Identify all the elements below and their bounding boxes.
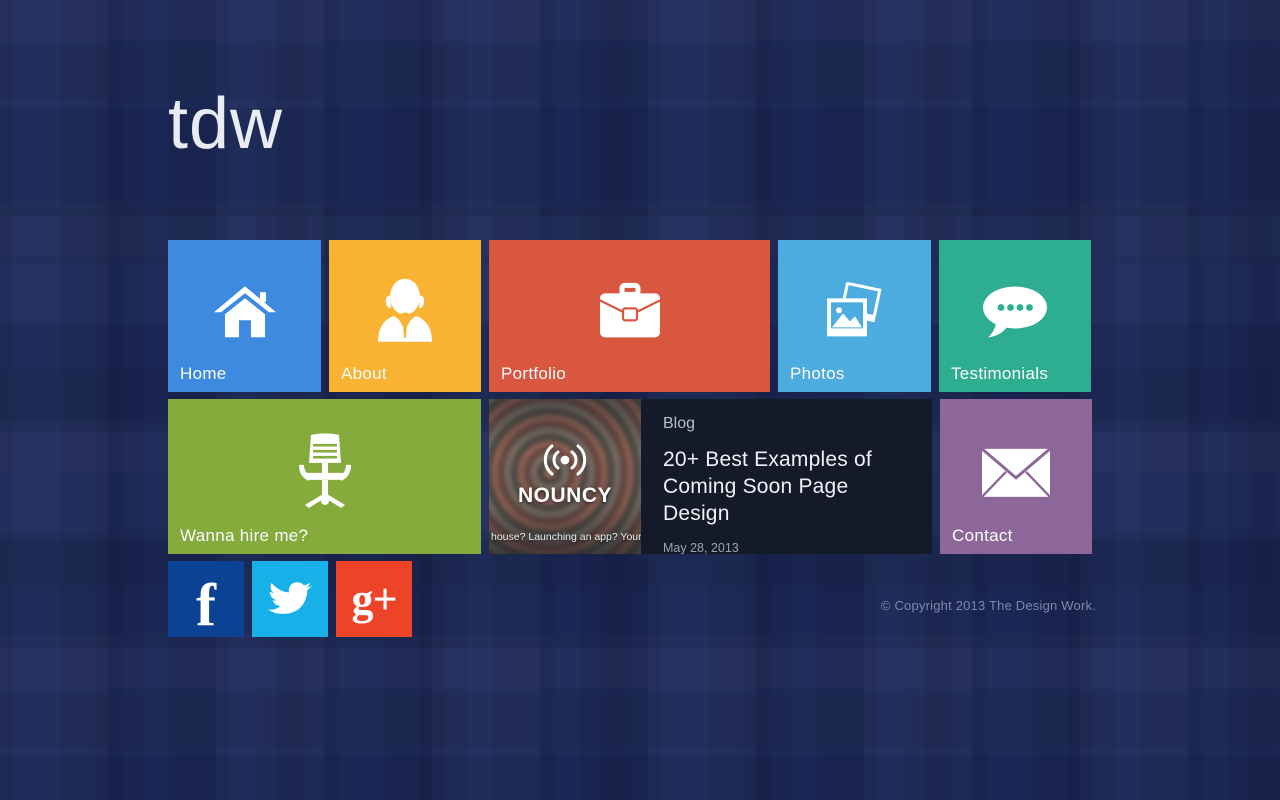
blog-thumbnail: NOUNCY house? Launching an app? Your dog bbox=[489, 399, 641, 554]
tile-row-1: Home About Portfolio Photos Testimonials bbox=[168, 240, 1092, 392]
tile-hire[interactable]: Wanna hire me? bbox=[168, 399, 481, 554]
person-tie-icon bbox=[329, 278, 481, 344]
social-facebook-button[interactable]: f bbox=[168, 561, 244, 637]
tile-photos[interactable]: Photos bbox=[778, 240, 931, 392]
tile-label: Wanna hire me? bbox=[180, 526, 309, 545]
broadcast-signal-icon bbox=[543, 444, 587, 476]
envelope-icon bbox=[940, 446, 1092, 498]
social-links: f g+ bbox=[168, 561, 412, 637]
tile-label: Testimonials bbox=[951, 364, 1049, 383]
copyright-text: © Copyright 2013 The Design Work. bbox=[880, 598, 1096, 613]
blog-date: May 28, 2013 bbox=[663, 540, 739, 554]
speech-bubble-icon bbox=[939, 284, 1091, 340]
blog-card[interactable]: NOUNCY house? Launching an app? Your dog… bbox=[489, 399, 932, 554]
social-twitter-button[interactable] bbox=[252, 561, 328, 637]
page-root: tdw Home About Portfolio Photos Testimon… bbox=[0, 0, 1280, 800]
tile-label: About bbox=[341, 364, 387, 383]
tile-label: Home bbox=[180, 364, 227, 383]
tile-portfolio[interactable]: Portfolio bbox=[489, 240, 770, 392]
tile-about[interactable]: About bbox=[329, 240, 481, 392]
tile-row-2: Wanna hire me? NOUNCY house? Launching a… bbox=[168, 399, 1092, 554]
twitter-icon bbox=[268, 582, 312, 614]
tile-label: Portfolio bbox=[501, 364, 567, 383]
tile-label: Contact bbox=[952, 526, 1013, 545]
google-plus-icon: g+ bbox=[351, 574, 397, 624]
tile-grid: Home About Portfolio Photos Testimonials… bbox=[168, 240, 1092, 554]
tile-label: Photos bbox=[790, 364, 845, 383]
office-chair-icon bbox=[168, 432, 481, 508]
house-icon bbox=[168, 281, 321, 341]
nouncy-wordmark: NOUNCY bbox=[517, 484, 612, 507]
blog-body: Blog 20+ Best Examples of Coming Soon Pa… bbox=[641, 399, 932, 554]
blog-kicker: Blog bbox=[663, 415, 696, 432]
blog-title[interactable]: 20+ Best Examples of Coming Soon Page De… bbox=[663, 447, 918, 528]
tile-contact[interactable]: Contact bbox=[940, 399, 1092, 554]
tile-home[interactable]: Home bbox=[168, 240, 321, 392]
tile-testimonials[interactable]: Testimonials bbox=[939, 240, 1091, 392]
photos-stack-icon bbox=[778, 282, 931, 340]
site-logo[interactable]: tdw bbox=[168, 88, 283, 160]
briefcase-icon bbox=[489, 282, 770, 340]
facebook-icon: f bbox=[196, 572, 216, 638]
thumbnail-caption: house? Launching an app? Your dog bbox=[491, 531, 641, 543]
nouncy-branding: NOUNCY bbox=[489, 439, 641, 508]
social-googleplus-button[interactable]: g+ bbox=[336, 561, 412, 637]
